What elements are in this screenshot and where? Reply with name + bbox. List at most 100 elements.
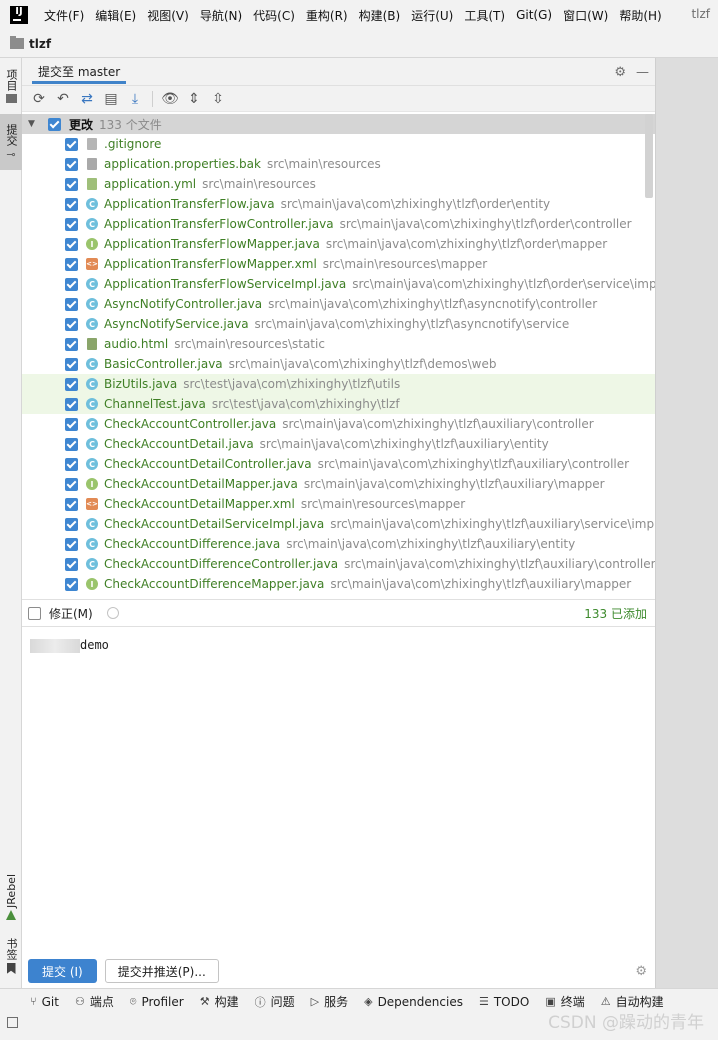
file-checkbox[interactable] bbox=[65, 477, 78, 491]
tree-scrollbar[interactable] bbox=[645, 114, 653, 198]
tool-window-services[interactable]: ▷ 服务 bbox=[311, 993, 348, 1010]
gear-icon[interactable]: ⚙ bbox=[614, 65, 626, 80]
file-row[interactable]: C BizUtils.java src\test\java\com\zhixingh… bbox=[22, 374, 655, 394]
menu-build[interactable]: 构建(B) bbox=[359, 7, 401, 24]
menu-help[interactable]: 帮助(H) bbox=[619, 7, 661, 24]
file-checkbox[interactable] bbox=[65, 497, 78, 511]
file-row[interactable]: application.properties.bak src\main\resou… bbox=[22, 154, 655, 174]
menu-git[interactable]: Git(G) bbox=[516, 8, 552, 22]
file-row[interactable]: C CheckAccountDetail.java src\main\java\co… bbox=[22, 434, 655, 454]
menu-edit[interactable]: 编辑(E) bbox=[95, 7, 136, 24]
file-checkbox[interactable] bbox=[65, 437, 78, 451]
tab-commit-to-master[interactable]: 提交至 master bbox=[32, 58, 127, 86]
amend-label[interactable]: 修正(M) bbox=[49, 605, 93, 622]
amend-checkbox[interactable] bbox=[28, 606, 41, 620]
tool-tab-project[interactable]: 项目 bbox=[0, 62, 22, 110]
tool-window-todo[interactable]: ☰ TODO bbox=[479, 995, 529, 1009]
file-row[interactable]: C AsyncNotifyController.java src\main\java… bbox=[22, 294, 655, 314]
changes-root-node[interactable]: ▼ 更改 133 个文件 bbox=[22, 114, 655, 134]
file-checkbox[interactable] bbox=[65, 577, 78, 591]
tool-tab-bookmarks[interactable]: 书签 bbox=[0, 934, 22, 978]
file-row[interactable]: I CheckAccountDetailMapper.java src\main\j… bbox=[22, 474, 655, 494]
file-row[interactable]: C CheckAccountDifferenceController.java sr… bbox=[22, 554, 655, 574]
collapse-all-icon[interactable]: ⇳ bbox=[207, 88, 229, 110]
file-row[interactable]: C ApplicationTransferFlowController.java s… bbox=[22, 214, 655, 234]
tool-window-dependencies[interactable]: ◈ Dependencies bbox=[364, 995, 463, 1009]
refresh-icon[interactable]: ⟳ bbox=[28, 88, 50, 110]
tool-window-problems[interactable]: ⓘ 问题 bbox=[255, 993, 295, 1010]
menu-run[interactable]: 运行(U) bbox=[411, 7, 453, 24]
file-row[interactable]: C CheckAccountDetailServiceImpl.java src\m… bbox=[22, 514, 655, 534]
tool-window-endpoints[interactable]: ⚇ 端点 bbox=[75, 993, 114, 1010]
menu-view[interactable]: 视图(V) bbox=[147, 7, 189, 24]
file-checkbox[interactable] bbox=[65, 197, 78, 211]
menu-refactor[interactable]: 重构(R) bbox=[306, 7, 348, 24]
menu-navigate[interactable]: 导航(N) bbox=[200, 7, 242, 24]
file-row[interactable]: audio.html src\main\resources\static bbox=[22, 334, 655, 354]
file-checkbox[interactable] bbox=[65, 537, 78, 551]
layout-icon[interactable] bbox=[7, 1017, 18, 1028]
file-row[interactable]: .gitignore bbox=[22, 134, 655, 154]
commit-and-push-button[interactable]: 提交并推送(P)... bbox=[104, 959, 219, 983]
file-row[interactable]: C BasicController.java src\main\java\com\z… bbox=[22, 354, 655, 374]
file-row[interactable]: <> ApplicationTransferFlowMapper.xml src\m… bbox=[22, 254, 655, 274]
panel-actions: ⚙ — bbox=[614, 58, 649, 86]
file-row[interactable]: C AsyncNotifyService.java src\main\java\co… bbox=[22, 314, 655, 334]
shelve-icon[interactable]: ⤓ bbox=[124, 88, 146, 110]
tool-tab-jrebel[interactable]: JRebel bbox=[0, 868, 22, 926]
menu-code[interactable]: 代码(C) bbox=[253, 7, 295, 24]
diff-icon[interactable]: ⇄ bbox=[76, 88, 98, 110]
file-checkbox[interactable] bbox=[65, 317, 78, 331]
file-checkbox[interactable] bbox=[65, 397, 78, 411]
tool-window-git-branch[interactable]: ⑂ Git bbox=[30, 995, 59, 1009]
file-checkbox[interactable] bbox=[65, 337, 78, 351]
file-row[interactable]: C ChannelTest.java src\test\java\com\zhixi… bbox=[22, 394, 655, 414]
changelist-icon[interactable]: ▤ bbox=[100, 88, 122, 110]
file-checkbox[interactable] bbox=[65, 257, 78, 271]
root-checkbox[interactable] bbox=[48, 117, 61, 131]
file-checkbox[interactable] bbox=[65, 457, 78, 471]
file-checkbox[interactable] bbox=[65, 177, 78, 191]
file-row[interactable]: C CheckAccountController.java src\main\jav… bbox=[22, 414, 655, 434]
file-row[interactable]: application.yml src\main\resources bbox=[22, 174, 655, 194]
file-checkbox[interactable] bbox=[65, 137, 78, 151]
eye-icon[interactable]: 👁 bbox=[159, 88, 181, 110]
project-name[interactable]: tlzf bbox=[29, 37, 51, 51]
file-checkbox[interactable] bbox=[65, 237, 78, 251]
rollback-icon[interactable]: ↶ bbox=[52, 88, 74, 110]
file-row[interactable]: C CheckAccountDifference.java src\main\jav… bbox=[22, 534, 655, 554]
file-row[interactable]: C ApplicationTransferFlowServiceImpl.java… bbox=[22, 274, 655, 294]
file-checkbox[interactable] bbox=[65, 357, 78, 371]
file-checkbox[interactable] bbox=[65, 557, 78, 571]
chevron-down-icon[interactable]: ▼ bbox=[28, 119, 40, 129]
expand-all-icon[interactable]: ⇕ bbox=[183, 88, 205, 110]
menu-window[interactable]: 窗口(W) bbox=[563, 7, 608, 24]
file-checkbox[interactable] bbox=[65, 297, 78, 311]
file-checkbox[interactable] bbox=[65, 157, 78, 171]
commit-message-field[interactable]: demo bbox=[22, 627, 655, 957]
file-row[interactable]: <> CheckAccountDetailMapper.xml src\main\r… bbox=[22, 494, 655, 514]
minimize-icon[interactable]: — bbox=[636, 65, 649, 80]
file-row[interactable]: I CheckAccountDifferenceMapper.java src\ma… bbox=[22, 574, 655, 594]
tool-tab-commit[interactable]: 提交 ⊸ bbox=[0, 114, 22, 170]
file-path: src\main\java\com\zhixinghy\tlzf\auxilia… bbox=[303, 477, 605, 491]
tool-window-hammer[interactable]: ⚒ 构建 bbox=[200, 993, 239, 1010]
intellij-logo-icon[interactable]: IJ bbox=[10, 6, 28, 24]
file-checkbox[interactable] bbox=[65, 517, 78, 531]
clock-icon[interactable] bbox=[106, 607, 119, 619]
file-checkbox[interactable] bbox=[65, 217, 78, 231]
file-checkbox[interactable] bbox=[65, 277, 78, 291]
menu-tools[interactable]: 工具(T) bbox=[464, 7, 505, 24]
tool-window-label: 服务 bbox=[324, 995, 349, 1009]
file-checkbox[interactable] bbox=[65, 417, 78, 431]
tool-window-label: Dependencies bbox=[377, 994, 463, 1009]
file-row[interactable]: C CheckAccountDetailController.java src\ma… bbox=[22, 454, 655, 474]
commit-button[interactable]: 提交 (I) bbox=[28, 959, 97, 983]
tool-window-profiler[interactable]: ⌾ Profiler bbox=[130, 995, 184, 1009]
gear-icon[interactable]: ⚙ bbox=[635, 964, 647, 979]
menu-file[interactable]: 文件(F) bbox=[44, 7, 84, 24]
commit-panel: 提交至 master ⚙ — ⟳ ↶ ⇄ ▤ ⤓ 👁 ⇕ ⇳ ▼ 更改 133 … bbox=[22, 58, 655, 988]
file-row[interactable]: I ApplicationTransferFlowMapper.java src\m… bbox=[22, 234, 655, 254]
file-checkbox[interactable] bbox=[65, 377, 78, 391]
file-row[interactable]: C ApplicationTransferFlow.java src\main\ja… bbox=[22, 194, 655, 214]
